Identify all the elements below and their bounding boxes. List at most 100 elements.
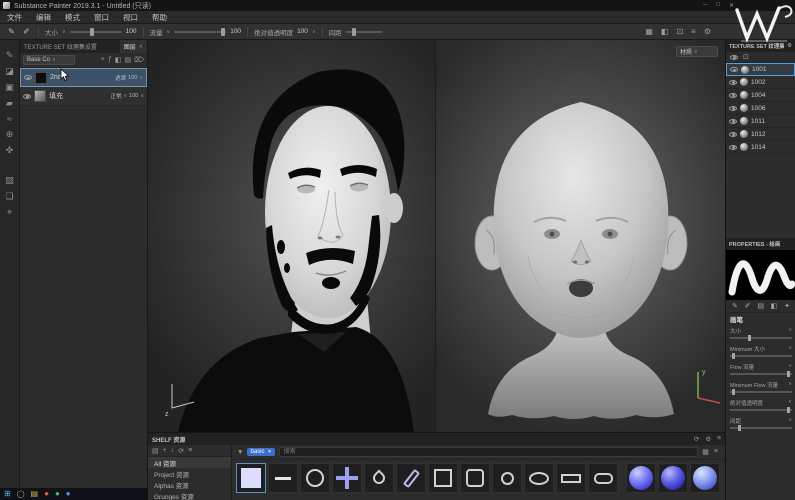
- menu-item-help[interactable]: 帮助: [145, 12, 174, 23]
- shelf-folder-project[interactable]: Project 资源: [148, 468, 231, 479]
- viewport-3d-sculpt[interactable]: y: [435, 40, 725, 432]
- alpha-plus-thumbnail[interactable]: [332, 463, 362, 493]
- remove-tag-icon[interactable]: ✕: [267, 449, 271, 455]
- delete-layer-icon[interactable]: ⌦: [134, 56, 144, 64]
- windows-start-icon[interactable]: ⊞: [4, 490, 11, 498]
- visibility-eye-icon[interactable]: [729, 79, 737, 85]
- layer-thumbnail[interactable]: [35, 71, 47, 84]
- fill-layer-thumbnail[interactable]: [34, 90, 46, 102]
- layer-list-icon[interactable]: ▤: [124, 56, 131, 64]
- import-resource-icon[interactable]: ↓: [171, 447, 175, 454]
- property-slider-spacing[interactable]: 间距 ∨: [726, 415, 795, 433]
- file-explorer-icon[interactable]: ▤: [31, 490, 39, 498]
- menu-item-file[interactable]: 文件: [0, 12, 29, 23]
- alpha-circle-thumbnail[interactable]: [300, 463, 330, 493]
- texture-set-row[interactable]: 1002: [726, 76, 795, 89]
- lazy-mouse-icon[interactable]: ✐: [21, 27, 32, 36]
- property-slider-min-flow[interactable]: Minimum Flow 流量 ∨: [726, 379, 795, 397]
- paint-tool-icon[interactable]: ✎: [6, 50, 14, 61]
- alpha-small-circle-thumbnail[interactable]: [492, 463, 522, 493]
- visibility-eye-icon[interactable]: [730, 67, 738, 72]
- settings-gear-icon[interactable]: ⚙: [704, 27, 711, 36]
- list-view-icon[interactable]: ≡: [691, 27, 696, 36]
- close-button[interactable]: ✕: [729, 2, 734, 9]
- stroke-tab-icon[interactable]: ✦: [784, 302, 790, 310]
- shelf-folder-all[interactable]: All 资源: [148, 457, 231, 468]
- flow-slider[interactable]: [174, 27, 227, 36]
- alpha-crayon-thumbnail[interactable]: [396, 463, 426, 493]
- viewer-settings-icon[interactable]: ⌖: [7, 207, 12, 218]
- texture-set-row[interactable]: 1014: [726, 141, 795, 154]
- alpha-rectangle-thumbnail[interactable]: [556, 463, 586, 493]
- smudge-tool-icon[interactable]: ≈: [7, 114, 12, 124]
- list-view-icon[interactable]: ≡: [714, 448, 718, 456]
- tab-texture-set-settings[interactable]: TEXTURE SET 纹理集设置: [20, 40, 120, 53]
- filter-funnel-icon[interactable]: ▼: [237, 449, 243, 456]
- add-mask-icon[interactable]: ◧: [115, 56, 122, 64]
- layer-opacity-value[interactable]: 100: [128, 75, 137, 81]
- quick-mask-tool-icon[interactable]: ▨: [5, 175, 14, 186]
- alpha-dash-thumbnail[interactable]: [268, 463, 298, 493]
- layer-blend-mode[interactable]: 正常: [110, 92, 121, 100]
- material-picker-tool-icon[interactable]: ✜: [6, 145, 14, 156]
- menu-item-mode[interactable]: 模式: [58, 12, 87, 23]
- menu-lines-icon[interactable]: ≡: [717, 435, 721, 443]
- visibility-eye-icon[interactable]: [729, 92, 737, 98]
- material-tab-icon[interactable]: ◧: [771, 302, 778, 310]
- texture-set-row[interactable]: 1004: [726, 89, 795, 102]
- alignment-icon[interactable]: ⊡: [676, 27, 683, 36]
- visibility-eye-icon[interactable]: [729, 131, 737, 137]
- settings-gear-icon[interactable]: ⚙: [705, 435, 711, 443]
- layer-visibility-eye-icon[interactable]: [24, 75, 32, 80]
- slider-track[interactable]: [730, 425, 792, 431]
- property-slider-min-size[interactable]: Minimum 大小 ∨: [726, 343, 795, 361]
- viewport-shading-dropdown[interactable]: 材质 ∨: [676, 46, 718, 57]
- minimize-button[interactable]: ─: [703, 2, 707, 9]
- symmetry-icon[interactable]: ▦: [645, 27, 653, 36]
- material-sphere-thumbnail[interactable]: [658, 463, 688, 493]
- add-layer-icon[interactable]: +: [101, 56, 105, 64]
- brush-stroke-preview[interactable]: [726, 250, 795, 300]
- property-slider-opacity[interactable]: 绝对值透明度 ∨: [726, 397, 795, 415]
- alpha-rounded-square-thumbnail[interactable]: [460, 463, 490, 493]
- add-effect-icon[interactable]: ƒ: [108, 56, 112, 64]
- polygon-fill-tool-icon[interactable]: ▰: [6, 98, 13, 109]
- channel-selector-dropdown[interactable]: Base Co ∨: [23, 55, 75, 65]
- viewport-3d-painted[interactable]: z: [148, 40, 435, 432]
- filter-tag[interactable]: basic ✕: [247, 448, 275, 456]
- visibility-eye-icon[interactable]: [730, 54, 738, 60]
- slider-track[interactable]: [730, 335, 792, 341]
- eraser-tool-icon[interactable]: ◪: [5, 66, 14, 77]
- add-folder-icon[interactable]: +: [163, 447, 167, 454]
- alpha-square-filled-thumbnail[interactable]: [236, 463, 266, 493]
- texture-set-row[interactable]: 1012: [726, 128, 795, 141]
- slider-track[interactable]: [730, 389, 792, 395]
- stencil-tool-icon[interactable]: ❏: [5, 191, 13, 202]
- visibility-eye-icon[interactable]: [729, 118, 737, 124]
- shelf-search-input[interactable]: [278, 447, 699, 457]
- slider-track[interactable]: [730, 407, 792, 413]
- close-tab-icon[interactable]: ✕: [139, 44, 143, 50]
- material-sphere-thumbnail[interactable]: [626, 463, 656, 493]
- layer-row-2nd[interactable]: 2nd 遮罩 100 ∨: [20, 68, 147, 87]
- tab-layers[interactable]: 图层 ✕: [119, 40, 147, 53]
- material-sphere-thumbnail[interactable]: [690, 463, 720, 493]
- slider-track[interactable]: [730, 353, 792, 359]
- menu-item-viewport[interactable]: 视口: [116, 12, 145, 23]
- editor-app-icon[interactable]: ●: [66, 490, 71, 498]
- menu-item-window[interactable]: 窗口: [87, 12, 116, 23]
- property-slider-flow[interactable]: Flow 流量 ∨: [726, 361, 795, 379]
- layer-opacity-value[interactable]: 100: [129, 93, 138, 99]
- refresh-icon[interactable]: ⟳: [694, 435, 699, 443]
- alpha-drop-thumbnail[interactable]: [364, 463, 394, 493]
- media-app-icon[interactable]: ●: [55, 490, 60, 498]
- folder-menu-icon[interactable]: ≡: [188, 447, 192, 454]
- visibility-eye-icon[interactable]: [729, 105, 737, 111]
- folder-list-icon[interactable]: ▤: [152, 447, 159, 455]
- projection-tool-icon[interactable]: ▣: [5, 82, 14, 93]
- stencil-tab-icon[interactable]: ▤: [757, 302, 764, 310]
- visibility-eye-icon[interactable]: [729, 144, 737, 150]
- slider-track[interactable]: [730, 371, 792, 377]
- texture-set-row[interactable]: 1011: [726, 115, 795, 128]
- filter-box-icon[interactable]: ⊡: [743, 53, 749, 61]
